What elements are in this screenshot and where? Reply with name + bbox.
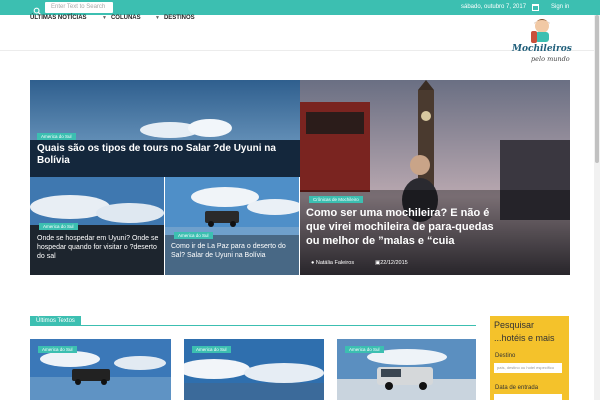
section-title: Últimos Textos — [30, 316, 81, 326]
featured-small-article[interactable]: America do Sul Onde se hospedar em Uyuni… — [30, 177, 164, 275]
category-badge[interactable]: America do Sul — [174, 232, 213, 239]
widget-subtitle: ...hotéis e mais — [494, 333, 555, 343]
calendar-icon — [532, 4, 539, 11]
nav-item-label: COLUNAS — [110, 15, 141, 21]
latest-article-card[interactable]: America do Sul — [30, 339, 171, 400]
category-badge[interactable]: America do Sul — [37, 133, 76, 140]
category-badge[interactable]: Crônicas de Mochileiro — [309, 196, 363, 203]
scrollbar-thumb[interactable] — [595, 15, 599, 163]
checkin-input[interactable] — [494, 394, 562, 400]
nav-item-label: ÚLTIMAS NOTÍCIAS — [30, 15, 87, 21]
destination-input[interactable]: país, destino ou hotel específico — [494, 363, 562, 373]
nav-item-destinos[interactable]: ▼ DESTINOS — [155, 0, 195, 36]
category-badge[interactable]: America do Sul — [38, 346, 77, 353]
destination-label: Destino — [495, 353, 516, 359]
category-badge[interactable]: America do Sul — [345, 346, 384, 353]
user-icon: ● — [311, 260, 315, 266]
current-date: sábado, outubro 7, 2017 — [461, 4, 527, 10]
featured-main-article[interactable]: America do Sul Quais são os tipos de tou… — [30, 80, 300, 177]
category-badge[interactable]: America do Sul — [192, 346, 231, 353]
article-date-text: 22/12/2015 — [380, 260, 408, 266]
widget-title: Pesquisar — [494, 320, 535, 330]
chevron-down-icon: ▼ — [155, 15, 160, 21]
article-title[interactable]: Onde se hospedar em Uyuni? Onde se hospe… — [37, 234, 161, 261]
checkin-label: Data de entrada — [495, 385, 539, 391]
article-author[interactable]: ● Natália Faleiros — [311, 260, 354, 266]
article-title[interactable]: Quais são os tipos de tours no Salar ?de… — [37, 143, 287, 167]
section-divider — [30, 325, 476, 326]
logo-subtitle: pelo mundo — [531, 55, 570, 63]
logo-text: Mochileiros — [512, 44, 572, 54]
nav-item-colunas[interactable]: ▼ COLUNAS — [102, 0, 141, 36]
category-badge[interactable]: America do Sul — [39, 223, 78, 230]
article-date: ▣22/12/2015 — [375, 260, 408, 266]
featured-small-article[interactable]: America do Sul Como ir de La Paz para o … — [165, 177, 299, 275]
chevron-down-icon: ▼ — [102, 15, 107, 21]
article-title[interactable]: Como ser uma mochileira? E não é que vir… — [306, 206, 506, 248]
latest-article-card[interactable]: America do Sul — [337, 339, 476, 400]
sign-in-link[interactable]: Sign in — [551, 0, 569, 15]
article-title[interactable]: Como ir de La Paz para o deserto do Sal?… — [171, 242, 295, 260]
latest-article-card[interactable]: America do Sul — [184, 339, 324, 400]
nav-item-label: DESTINOS — [163, 15, 195, 21]
featured-big-article[interactable]: Crônicas de Mochileiro Como ser uma moch… — [300, 80, 570, 275]
author-name: Natália Faleiros — [315, 260, 355, 266]
featured-small-image — [165, 177, 299, 275]
nav-item-ultimas-noticias[interactable]: ÚLTIMAS NOTÍCIAS — [30, 0, 87, 36]
